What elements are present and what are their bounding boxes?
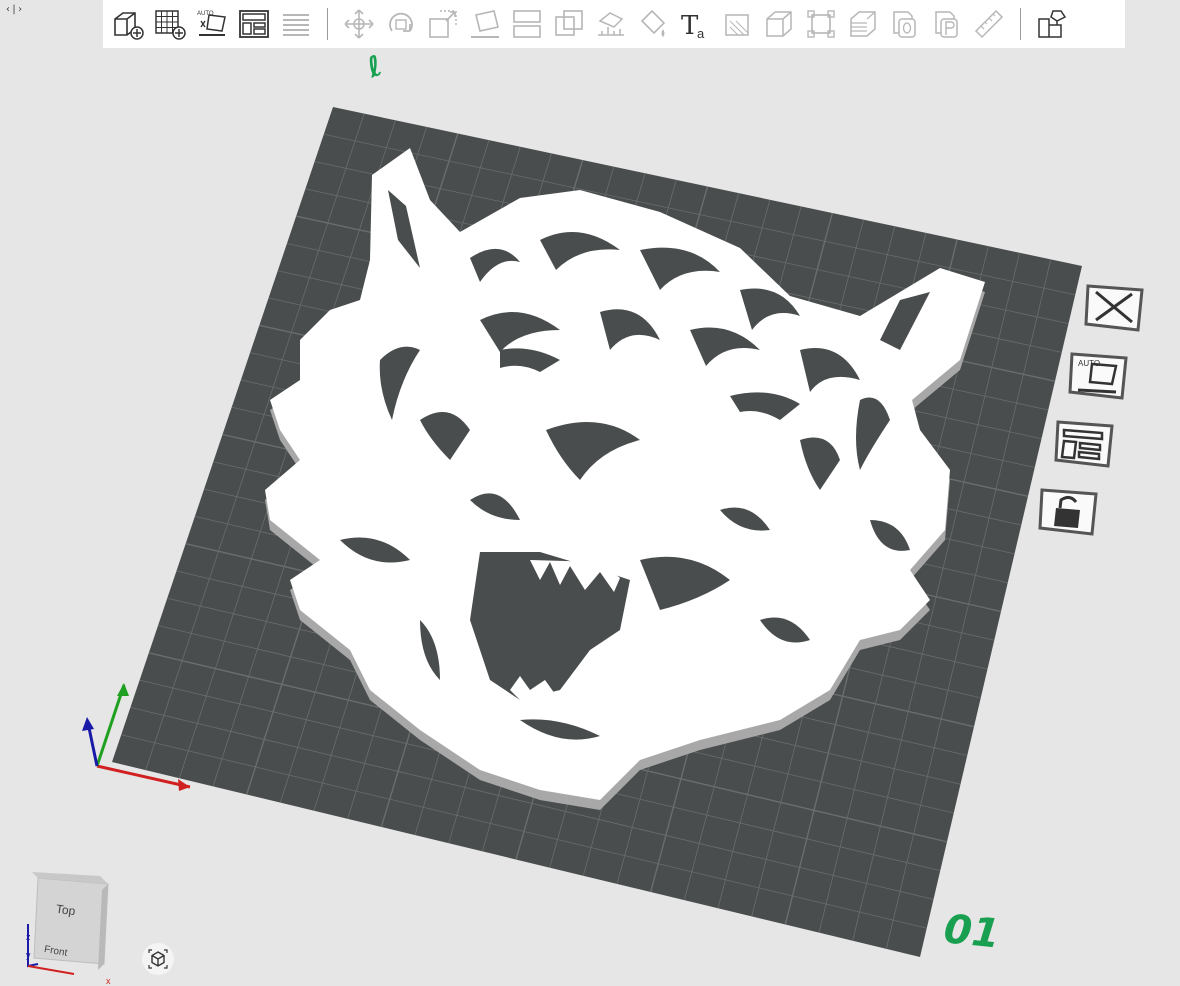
panel-toggle-button[interactable]: ‹|› — [5, 3, 23, 17]
view-cube[interactable]: z y x — [16, 872, 116, 984]
lock-plate-button[interactable] — [1036, 482, 1100, 538]
move-icon — [344, 9, 374, 39]
rotate-icon — [389, 12, 413, 32]
color-paint-icon — [640, 9, 666, 37]
variable-layer-button[interactable] — [842, 2, 884, 46]
lay-on-face-icon — [471, 10, 499, 38]
arrange-icon — [239, 10, 269, 38]
boolean-button[interactable] — [548, 2, 590, 46]
cut-icon — [513, 10, 541, 38]
text-tool-button[interactable]: T a — [674, 2, 716, 46]
color-paint-button[interactable] — [632, 2, 674, 46]
hollow-icon — [766, 11, 792, 37]
auto-orient-icon: AUTO — [197, 11, 226, 36]
view-cube-top-label: Top — [55, 901, 77, 919]
scale-icon — [429, 10, 457, 38]
seam-paint-button[interactable] — [716, 2, 758, 46]
boolean-icon — [555, 10, 583, 36]
support-paint-icon — [598, 12, 624, 36]
svg-text:a: a — [697, 26, 705, 41]
svg-text:x: x — [106, 976, 111, 984]
fit-frame-button[interactable] — [800, 2, 842, 46]
paste-icon — [935, 11, 958, 38]
measure-icon — [974, 9, 1004, 39]
paste-button[interactable] — [926, 2, 968, 46]
hollow-button[interactable] — [758, 2, 800, 46]
copy-icon — [893, 11, 916, 38]
text-icon: T a — [681, 11, 705, 41]
copy-button[interactable] — [884, 2, 926, 46]
auto-orient-icon: AUTO — [1068, 352, 1128, 400]
layers-button[interactable] — [275, 2, 317, 46]
move-button[interactable] — [338, 2, 380, 46]
fit-frame-icon — [807, 10, 835, 38]
scale-button[interactable] — [422, 2, 464, 46]
support-paint-button[interactable] — [590, 2, 632, 46]
delete-plate-button[interactable] — [1082, 278, 1146, 334]
auto-orient-button[interactable]: AUTO — [191, 2, 233, 46]
lay-on-face-button[interactable] — [464, 2, 506, 46]
svg-text:z: z — [26, 932, 31, 942]
toolbar-divider — [1020, 8, 1021, 40]
toolbar-divider — [327, 8, 328, 40]
seam-paint-icon — [725, 14, 749, 36]
arrange-icon — [1054, 420, 1114, 468]
svg-text:y: y — [26, 950, 31, 960]
recenter-icon — [148, 949, 168, 969]
cut-button[interactable] — [506, 2, 548, 46]
close-icon — [1084, 284, 1144, 332]
3d-viewport[interactable]: AUTO — [0, 48, 1180, 986]
lock-icon — [1038, 488, 1098, 536]
recenter-view-button[interactable] — [142, 943, 174, 975]
arrange-button[interactable] — [233, 2, 275, 46]
add-part-icon — [114, 12, 144, 40]
arrange-plate-button[interactable] — [1052, 414, 1116, 470]
variable-layer-icon — [850, 11, 876, 37]
orient-plate-button[interactable]: AUTO — [1066, 346, 1130, 402]
measure-button[interactable] — [968, 2, 1010, 46]
rotate-button[interactable] — [380, 2, 422, 46]
assembly-button[interactable] — [1031, 2, 1073, 46]
add-part-button[interactable] — [107, 2, 149, 46]
layers-icon — [283, 14, 309, 36]
add-plate-icon — [155, 10, 186, 40]
svg-text:AUTO: AUTO — [197, 11, 214, 17]
plate-number-label: 01 — [941, 906, 1002, 958]
main-toolbar: AUTO T a — [103, 0, 1125, 48]
assembly-icon — [1038, 10, 1067, 38]
scene-canvas — [82, 107, 1082, 957]
add-plate-button[interactable] — [149, 2, 191, 46]
